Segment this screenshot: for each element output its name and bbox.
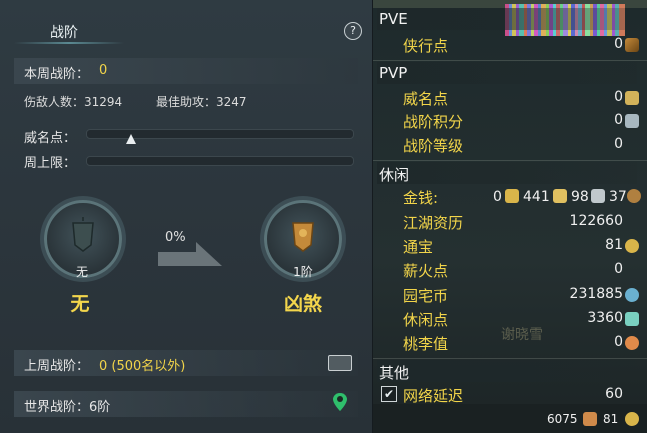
leisure-item-value: 122660: [569, 213, 623, 229]
watermark-text: 谢晓雪: [501, 327, 543, 343]
brush-icon: [625, 38, 639, 52]
banner-icon: [292, 222, 314, 252]
pve-title: PVE: [379, 10, 408, 28]
money-label: 金钱:: [403, 189, 439, 207]
gold-ingot-icon: [505, 189, 519, 203]
pvp-item-value: 0: [614, 112, 623, 128]
divider: [373, 60, 647, 61]
last-week-value: 0 (500名以外): [99, 359, 186, 374]
weekly-rank-value: 0: [99, 63, 108, 78]
pvp-item-label: 威名点: [403, 90, 449, 108]
latency-value: 60: [605, 386, 623, 402]
last-week-label: 上周战阶：: [24, 359, 90, 374]
world-rank: 世界战阶：6阶: [24, 400, 111, 415]
leisure-item-value: 3360: [587, 310, 623, 326]
rank-tab[interactable]: 战阶: [0, 14, 150, 50]
weekly-rank-label: 本周战阶：: [24, 67, 90, 82]
leisure-item-value: 0: [614, 334, 623, 350]
tab-title: 战阶: [50, 25, 78, 41]
leisure-item-value: 81: [605, 237, 623, 253]
section-pve: PVE: [377, 8, 637, 30]
copper-icon: [627, 189, 641, 203]
leisure-item-value: 0: [614, 261, 623, 277]
pvp-item-value: 0: [614, 136, 623, 152]
prestige-label: 威名点：: [24, 131, 77, 146]
section-other: 其他: [377, 360, 637, 382]
leisure-item-label: 薪火点: [403, 262, 449, 280]
silver-icon: [591, 189, 605, 203]
money-value-3: 98: [571, 189, 589, 205]
coin-icon: [625, 239, 639, 253]
gourd-icon: [625, 336, 639, 350]
current-rank-name: 无: [70, 293, 90, 315]
chest-icon[interactable]: [328, 355, 352, 371]
other-title: 其他: [379, 364, 410, 382]
prestige-marker: [126, 134, 137, 144]
tab-underline: [14, 42, 124, 44]
pve-item-label: 侠行点: [403, 37, 449, 55]
leaf-icon: [625, 312, 639, 326]
hurt-count: 伤敌人数：31294: [24, 95, 123, 109]
gold-icon: [553, 189, 567, 203]
banner-icon: [72, 217, 94, 252]
money-value-4: 37: [609, 189, 627, 205]
mask-icon: [625, 91, 639, 105]
leisure-item-label: 通宝: [403, 238, 434, 256]
section-leisure: 休闲: [377, 162, 637, 184]
map-pin-icon[interactable]: [332, 392, 348, 412]
leisure-item-value: 231885: [569, 286, 623, 302]
latency-label: 网络延迟: [403, 387, 464, 405]
weekly-cap-bar: [86, 156, 354, 166]
leisure-item-label: 桃李值: [403, 335, 449, 353]
divider: [373, 160, 647, 161]
coin-icon: [625, 412, 639, 426]
leisure-title: 休闲: [379, 166, 410, 184]
latency-checkbox[interactable]: ✔: [381, 386, 397, 402]
weekly-cap-label: 周上限：: [24, 156, 77, 171]
next-rank-sub: 1阶: [293, 265, 313, 279]
next-rank-name: 凶煞: [283, 293, 322, 315]
rank-panel: 战阶 ? 本周战阶： 0 伤敌人数：31294 最佳助攻：3247 威名点： 周…: [0, 0, 373, 433]
footer-value-1: 6075: [547, 412, 578, 426]
leisure-item-label: 江湖资历: [403, 214, 464, 232]
pvp-item-value: 0: [614, 89, 623, 105]
pvp-title: PVP: [379, 64, 408, 82]
money-value-1: 0: [493, 189, 502, 205]
leisure-item-label: 园宅币: [403, 287, 449, 305]
current-rank-sub: 无: [75, 265, 88, 279]
leisure-item-label: 休闲点: [403, 311, 449, 329]
footer-value-2: 81: [603, 412, 619, 426]
arrow-right-icon: [158, 242, 222, 266]
cup-icon: [625, 114, 639, 128]
best-assist: 最佳助攻：3247: [156, 95, 247, 109]
pve-item-value: 0: [614, 36, 623, 52]
divider: [373, 358, 647, 359]
pvp-item-label: 战阶积分: [403, 113, 464, 131]
boot-icon: [583, 412, 597, 426]
section-pvp: PVP: [377, 62, 637, 84]
money-value-2: 441: [523, 189, 550, 205]
help-icon[interactable]: ?: [344, 22, 362, 40]
pvp-item-label: 战阶等级: [403, 137, 464, 155]
currency-panel: PVE 侠行点 0 PVP 威名点 0 战阶积分 0 战阶等级 0 休闲 金钱:…: [373, 0, 647, 433]
swirl-icon: [625, 288, 639, 302]
